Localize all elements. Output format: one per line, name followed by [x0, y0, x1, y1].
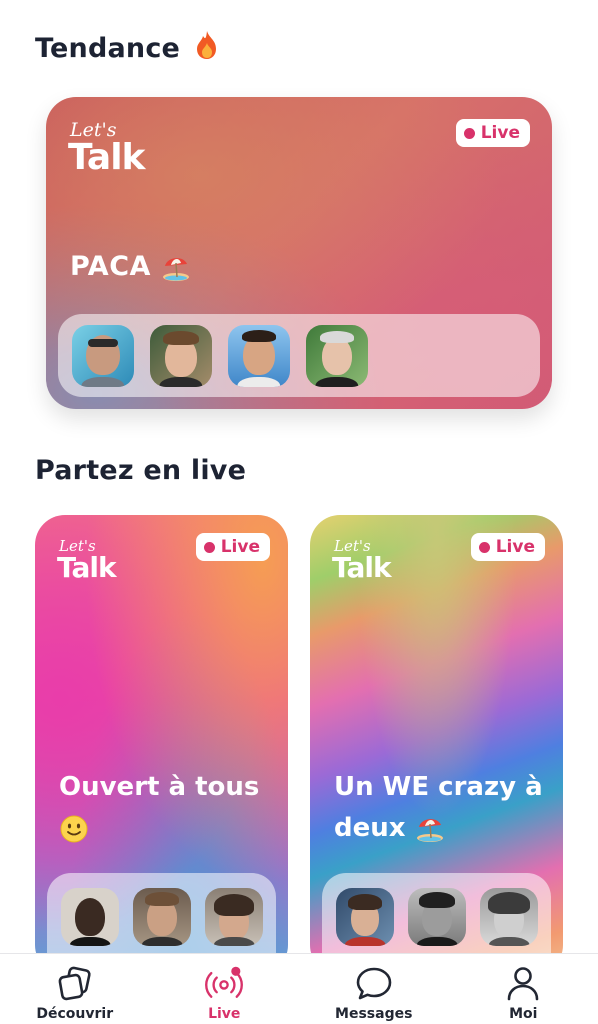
nav-label: Messages: [335, 1006, 413, 1022]
participant-avatar[interactable]: [72, 324, 134, 387]
room-title: Ouvert à tous: [59, 767, 274, 849]
nav-label: Live: [208, 1006, 241, 1022]
nav-item-discover[interactable]: Découvrir: [0, 954, 150, 1024]
smiling-face-icon: [60, 815, 88, 842]
broadcast-icon: [205, 966, 244, 998]
fire-icon: [196, 31, 216, 59]
live-room-card-crazy[interactable]: Let's Talk Live Un WE crazy à deux: [310, 515, 563, 975]
room-title: Un WE crazy à deux: [334, 767, 549, 849]
participant-avatar[interactable]: [480, 888, 538, 946]
live-badge-label: Live: [220, 537, 260, 557]
live-dot-icon: [203, 541, 215, 553]
live-dot-icon: [478, 541, 490, 553]
logo-talk-text: Talk: [68, 137, 145, 178]
room-title-text: PACA: [70, 251, 151, 282]
room-title: PACA: [70, 251, 191, 283]
live-dot-icon: [463, 127, 475, 139]
nav-label: Découvrir: [36, 1006, 114, 1022]
beach-umbrella-icon: [162, 257, 189, 281]
participant-avatar[interactable]: [336, 888, 394, 946]
logo-talk-text: Talk: [57, 551, 117, 584]
lets-talk-logo: Let's Talk: [332, 539, 392, 584]
participant-avatar[interactable]: [306, 324, 368, 387]
live-badge-label: Live: [495, 537, 535, 557]
bottom-nav: Découvrir Live Messages Moi: [0, 953, 598, 1024]
participant-avatar[interactable]: [228, 324, 290, 387]
participants-tray: [58, 314, 540, 397]
live-page: Tendance Let's Talk Live PACA Partez en …: [0, 0, 598, 1024]
room-title-text: Ouvert à tous: [59, 772, 260, 802]
participant-avatar[interactable]: [408, 888, 466, 946]
chat-bubble-icon: [356, 967, 392, 1000]
participant-avatar[interactable]: [133, 888, 191, 946]
logo-talk-text: Talk: [332, 551, 392, 584]
live-badge: Live: [455, 119, 530, 147]
nav-item-live[interactable]: Live: [150, 954, 300, 1024]
live-section-title: Partez en live: [35, 455, 247, 486]
live-badge-label: Live: [480, 123, 520, 143]
live-badge: Live: [195, 533, 270, 561]
participant-avatar[interactable]: [150, 324, 212, 387]
live-badge: Live: [470, 533, 545, 561]
live-room-card-open[interactable]: Let's Talk Live Ouvert à tous: [35, 515, 288, 975]
lets-talk-logo: Let's Talk: [68, 121, 145, 176]
user-icon: [507, 967, 539, 1001]
cards-icon: [58, 966, 91, 1001]
nav-item-messages[interactable]: Messages: [299, 954, 449, 1024]
lets-talk-logo: Let's Talk: [57, 539, 117, 584]
trending-room-card[interactable]: Let's Talk Live PACA: [46, 97, 552, 409]
trending-title-text: Tendance: [35, 33, 181, 64]
beach-umbrella-icon: [416, 818, 443, 842]
nav-item-me[interactable]: Moi: [449, 954, 598, 1024]
participant-avatar[interactable]: [205, 888, 263, 946]
participant-avatar[interactable]: [61, 888, 119, 946]
trending-section-title: Tendance: [35, 30, 220, 64]
nav-label: Moi: [509, 1006, 538, 1022]
